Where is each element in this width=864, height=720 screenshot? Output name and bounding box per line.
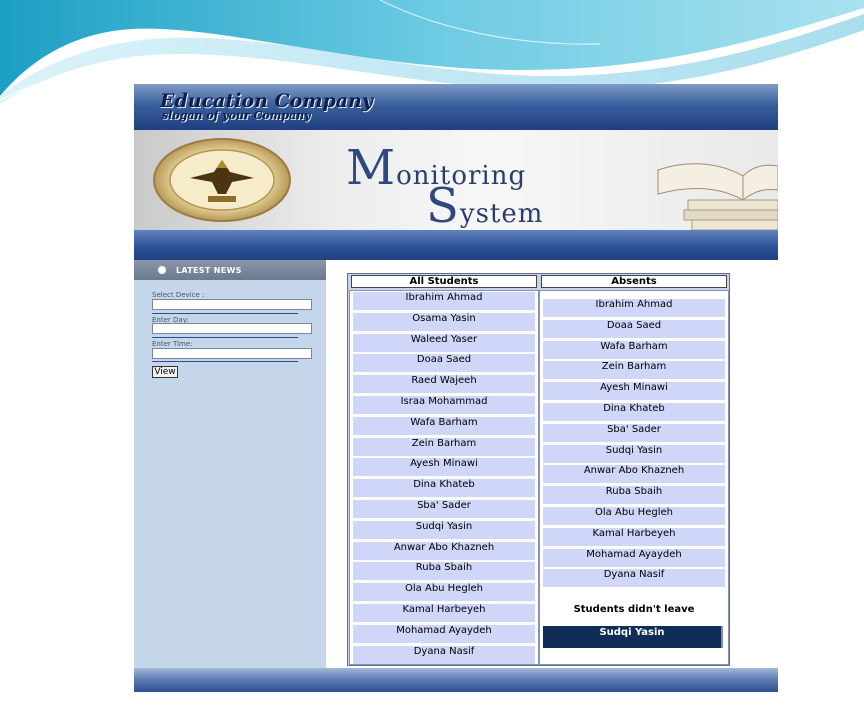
divider: [152, 361, 298, 362]
student-list-item[interactable]: Sudqi Yasin: [543, 444, 725, 463]
enter-time-label: Enter Time:: [152, 340, 193, 348]
student-list-item[interactable]: Zein Barham: [353, 437, 535, 456]
student-list-item[interactable]: Raed Wajeeh: [353, 375, 535, 394]
student-list-item[interactable]: Waleed Yaser: [353, 333, 535, 352]
all-students-list[interactable]: Ibrahim Ahmad Osama Yasin Waleed Yaser Doaa…: [349, 290, 539, 665]
didnt-leave-item[interactable]: Sudqi Yasin: [543, 626, 723, 648]
student-list-item[interactable]: Ola Abu Hegleh: [353, 583, 535, 602]
student-list-item[interactable]: Ayesh Minawi: [543, 382, 725, 401]
absents-header: Absents: [541, 275, 727, 288]
divider: [152, 313, 298, 314]
student-list-item[interactable]: Dyana Nasif: [353, 645, 535, 664]
student-list-item[interactable]: Ola Abu Hegleh: [543, 507, 725, 525]
student-list-item[interactable]: Wafa Barham: [353, 416, 535, 435]
student-list-item[interactable]: Ruba Sbaih: [353, 562, 535, 581]
bullet-icon: [158, 266, 166, 274]
title-system: System: [426, 178, 544, 230]
student-list-item[interactable]: Doaa Saed: [353, 354, 535, 373]
student-list-item[interactable]: Zein Barham: [543, 361, 725, 380]
sidebar: LATEST NEWS Select Device : Enter Day: E…: [134, 260, 326, 668]
student-list-item[interactable]: Sudqi Yasin: [353, 520, 535, 539]
divider: [152, 337, 298, 338]
enter-day-input[interactable]: [152, 323, 312, 334]
student-list-item[interactable]: Osama Yasin: [353, 312, 535, 331]
student-list-item[interactable]: Sba' Sader: [543, 423, 725, 442]
banner: Monitoring System: [134, 130, 778, 230]
student-list-item[interactable]: Dina Khateb: [543, 403, 725, 421]
student-list-item[interactable]: Ruba Sbaih: [543, 486, 725, 505]
header-bar: Education Company slogan of your Company: [134, 84, 778, 130]
student-list-item[interactable]: Mohamad Ayaydeh: [353, 624, 535, 643]
student-list-item[interactable]: Ayesh Minawi: [353, 458, 535, 477]
all-students-header: All Students: [351, 275, 537, 288]
student-list-item[interactable]: Doaa Saed: [543, 319, 725, 338]
select-device-label: Select Device :: [152, 291, 205, 299]
sidebar-title: LATEST NEWS: [176, 265, 242, 275]
student-list-item[interactable]: Wafa Barham: [543, 340, 725, 359]
view-button[interactable]: View: [152, 366, 178, 378]
student-list-item[interactable]: Ibrahim Ahmad: [543, 299, 725, 317]
sidebar-title-bar: LATEST NEWS: [134, 260, 326, 280]
university-seal-icon: [153, 138, 291, 222]
student-list-item[interactable]: Anwar Abo Khazneh: [543, 465, 725, 484]
student-list-item[interactable]: Dina Khateb: [353, 479, 535, 498]
select-device-input[interactable]: [152, 299, 312, 310]
student-list-item[interactable]: Israa Mohammad: [353, 396, 535, 414]
company-slogan: slogan of your Company: [162, 109, 311, 122]
students-didnt-leave-title: Students didn't leave: [573, 604, 695, 615]
student-list-item[interactable]: Sba' Sader: [353, 500, 535, 518]
student-list-item[interactable]: Kamal Harbeyeh: [543, 527, 725, 546]
student-list-item[interactable]: Anwar Abo Khazneh: [353, 541, 535, 560]
books-icon: [657, 163, 778, 230]
student-list-item[interactable]: Dyana Nasif: [543, 569, 725, 588]
lists-panel: All Students Absents Ibrahim Ahmad Osama …: [347, 273, 730, 666]
student-list-item[interactable]: Kamal Harbeyeh: [353, 604, 535, 622]
student-list-item[interactable]: Ibrahim Ahmad: [353, 292, 535, 310]
enter-time-input[interactable]: [152, 348, 312, 359]
website-frame: Education Company slogan of your Company…: [134, 84, 778, 692]
footer-bar: [134, 668, 778, 692]
nav-bar: [134, 230, 778, 260]
absents-list[interactable]: Students didn't leave Sudqi Yasin Ibrahi…: [539, 290, 729, 665]
student-list-item[interactable]: Mohamad Ayaydeh: [543, 548, 725, 567]
